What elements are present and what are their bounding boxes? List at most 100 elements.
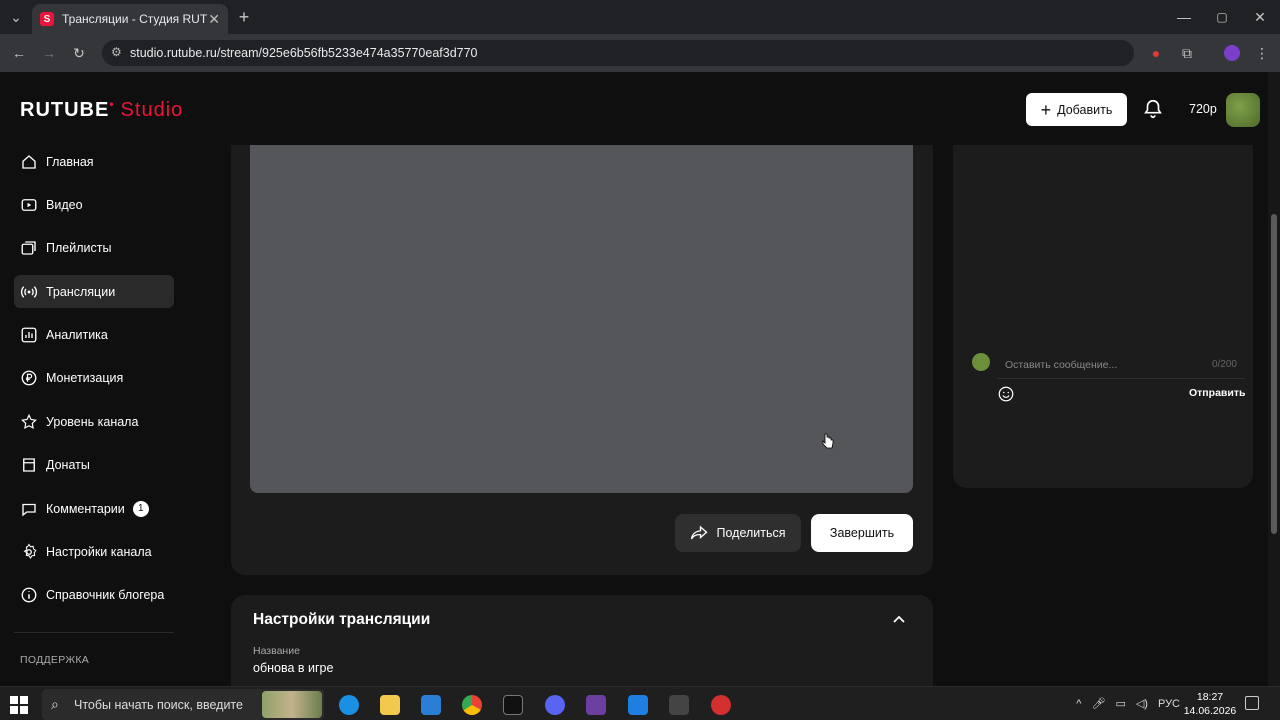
address-bar[interactable]: ⚙ studio.rutube.ru/stream/925e6b56fb5233… [102, 40, 1134, 66]
reload-icon[interactable]: ↻ [67, 41, 91, 65]
sidebar-item-label: Уровень канала [46, 414, 139, 429]
rutube-favicon-icon: S [40, 12, 54, 26]
video-icon [21, 198, 37, 211]
browser-tab-bar: ⌄ S Трансляции - Студия RUTUBE ✕ + — ▢ ✕ [0, 0, 1280, 34]
sidebar-divider [14, 632, 174, 633]
sidebar-item-blogger-guide[interactable]: Справочник блогера [14, 579, 174, 612]
share-button-label: Поделиться [716, 526, 786, 540]
network-icon[interactable]: ▭ [1115, 697, 1125, 710]
send-message-button[interactable]: Отправить [1189, 387, 1245, 399]
taskbar-clock[interactable]: 18:27 14.06.2026 [1180, 690, 1240, 718]
tab-search-icon[interactable]: ⌄ [4, 5, 28, 29]
sidebar-item-monetization[interactable]: Монетизация [14, 362, 174, 395]
extension-icon[interactable]: ● [1144, 41, 1168, 65]
tab-title: Трансляции - Студия RUTUBE [62, 12, 208, 26]
file-explorer-icon[interactable] [380, 695, 400, 715]
window-close-icon[interactable]: ✕ [1248, 5, 1272, 29]
extensions-puzzle-icon[interactable]: ⧉ [1175, 41, 1199, 65]
chat-input-placeholder: Оставить сообщение... [1005, 358, 1118, 371]
sidebar-item-home[interactable]: Главная [14, 145, 174, 178]
sidebar-item-label: Справочник блогера [46, 588, 165, 603]
chat-user-avatar [972, 353, 990, 371]
support-heading: ПОДДЕРЖКА [20, 654, 90, 666]
maximize-icon[interactable]: ▢ [1210, 5, 1234, 29]
user-avatar[interactable] [1226, 93, 1260, 127]
sidebar-item-label: Видео [46, 197, 83, 212]
lock-app-icon[interactable] [669, 695, 689, 715]
comment-icon [22, 503, 36, 517]
windows-taskbar: ⌕ Чтобы начать поиск, введите ^ 🎤︎ ▭ ◁) … [0, 686, 1280, 720]
back-icon[interactable]: ← [7, 41, 31, 65]
logo-dot: • [109, 97, 115, 111]
quality-label[interactable]: 720p [1189, 102, 1217, 116]
chevron-up-icon[interactable] [891, 611, 907, 627]
finish-button-label: Завершить [829, 526, 895, 540]
mouse-pointer-hand-icon [822, 433, 834, 449]
sidebar-item-label: Главная [46, 154, 94, 169]
tray-chevron-icon[interactable]: ^ [1076, 698, 1081, 710]
notifications-bell-icon[interactable] [1142, 98, 1164, 120]
rutube-studio-app: RUTUBE • Studio + Добавить 720p Главная Ви… [0, 72, 1268, 686]
notifications-center-icon[interactable] [1245, 696, 1259, 710]
sidebar-item-comments[interactable]: Комментарии 1 [14, 492, 174, 525]
clock-date: 14.06.2026 [1183, 705, 1237, 717]
tab-close-icon[interactable]: ✕ [208, 11, 220, 28]
scrollbar-thumb[interactable] [1271, 214, 1277, 534]
sidebar-item-channel-level[interactable]: Уровень канала [14, 405, 174, 438]
sidebar-item-analytics[interactable]: Аналитика [14, 319, 174, 352]
search-icon: ⌕ [51, 696, 59, 712]
page-scrollbar[interactable] [1268, 72, 1280, 686]
emoji-icon[interactable] [997, 385, 1015, 403]
sidebar-item-video[interactable]: Видео [14, 188, 174, 221]
ruble-icon [21, 371, 37, 386]
browser-menu-icon[interactable]: ⋮ [1250, 41, 1274, 65]
edge-icon[interactable] [339, 695, 359, 715]
obsidian-icon[interactable] [586, 695, 606, 715]
record-app-icon[interactable] [711, 695, 731, 715]
share-arrow-icon [691, 525, 709, 540]
forward-icon[interactable]: → [37, 41, 61, 65]
sidebar-item-label: Донаты [46, 458, 90, 473]
finish-stream-button[interactable]: Завершить [811, 514, 913, 552]
sidebar-item-label: Комментарии [46, 501, 125, 516]
browser-tab[interactable]: S Трансляции - Студия RUTUBE ✕ [32, 4, 228, 34]
chrome-icon[interactable] [462, 695, 482, 715]
playlist-icon [21, 241, 36, 255]
sidebar-item-label: Настройки канала [46, 545, 152, 560]
chat-message-input[interactable]: Оставить сообщение... 0/200 [997, 351, 1245, 379]
logo-studio: Studio [120, 99, 184, 121]
rutube-studio-logo[interactable]: RUTUBE • Studio [20, 97, 184, 122]
home-icon [22, 154, 36, 169]
stream-settings-card: Настройки трансляции Название обнова в и… [231, 595, 933, 686]
add-button[interactable]: + Добавить [1026, 93, 1127, 126]
windows-start-icon[interactable] [10, 696, 28, 714]
chat-char-counter: 0/200 [1211, 359, 1237, 370]
sidebar-item-broadcasts[interactable]: Трансляции [14, 275, 174, 309]
stream-preview-player[interactable] [250, 145, 913, 493]
add-button-label: Добавить [1057, 102, 1113, 117]
input-language[interactable]: РУС [1158, 698, 1180, 710]
sidebar-item-playlists[interactable]: Плейлисты [14, 232, 174, 265]
profile-icon[interactable] [1220, 41, 1244, 65]
logo-main: RUTUBE [20, 99, 110, 121]
sidebar-item-channel-settings[interactable]: Настройки канала [14, 536, 174, 569]
discord-icon[interactable] [545, 695, 565, 715]
stream-player-card: Поделиться Завершить [231, 145, 933, 575]
url-text: studio.rutube.ru/stream/925e6b56fb5233e4… [130, 46, 478, 60]
star-icon [21, 413, 37, 429]
site-info-icon[interactable]: ⚙ [111, 45, 122, 59]
taskbar-search-box[interactable]: ⌕ Чтобы начать поиск, введите [42, 689, 324, 720]
outlook-icon[interactable] [421, 695, 441, 715]
new-tab-icon[interactable]: + [232, 5, 256, 29]
share-button[interactable]: Поделиться [675, 514, 801, 552]
sidebar-item-donations[interactable]: Донаты [14, 449, 174, 482]
taskbar-search-placeholder: Чтобы начать поиск, введите [74, 697, 243, 712]
stream-name-value[interactable]: обнова в игре [253, 661, 333, 675]
terminal-icon[interactable] [503, 695, 523, 715]
minimize-icon[interactable]: — [1172, 5, 1196, 29]
sidebar-item-label: Плейлисты [46, 241, 112, 256]
plus-icon: + [1040, 99, 1052, 120]
roblox-studio-icon[interactable] [628, 695, 648, 715]
volume-icon[interactable]: ◁) [1136, 697, 1148, 710]
microphone-icon[interactable]: 🎤︎ [1091, 697, 1105, 710]
